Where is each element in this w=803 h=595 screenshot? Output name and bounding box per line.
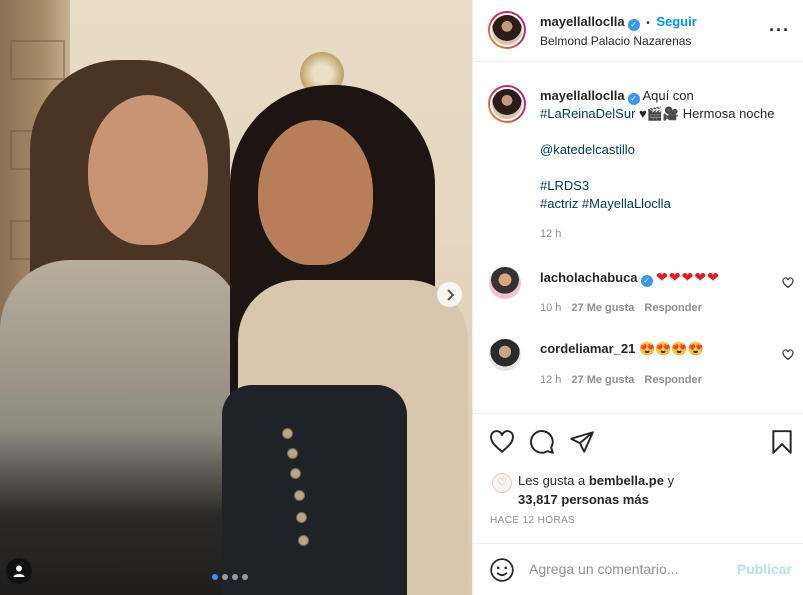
likes-summary: Les gusta a bembella.pe y 33,817 persona… (518, 471, 674, 509)
caption-text: Aquí con (639, 88, 694, 103)
comment-time[interactable]: 12 h (540, 374, 561, 386)
add-comment-bar: Publicar (473, 543, 803, 595)
comment-bubble-icon[interactable] (529, 429, 555, 455)
chevron-right-icon (446, 288, 454, 301)
comment-time[interactable]: 10 h (540, 302, 561, 314)
likes-prefix: Les gusta a (518, 473, 589, 488)
likes-count[interactable]: 33,817 personas más (518, 492, 649, 507)
dress-button (298, 535, 309, 546)
comment-meta: 12 h 27 Me gusta Responder (540, 374, 702, 386)
post-header: mayellalloclla ✓ • Seguir Belmond Palacio… (473, 0, 803, 62)
caption-username[interactable]: mayellalloclla (540, 88, 625, 103)
hashtag-link[interactable]: #LRDS3 (540, 178, 589, 193)
comment: lacholachabuca ✓ ❤❤❤❤❤ (540, 269, 720, 287)
reply-button[interactable]: Responder (644, 302, 701, 314)
carousel-dot (242, 574, 248, 580)
caption-author-avatar[interactable] (488, 85, 526, 123)
person-right-face (258, 120, 373, 265)
person-right-dress (222, 385, 407, 595)
like-heart-icon[interactable] (489, 429, 515, 455)
hashtag-link[interactable]: #MayellaLloclla (582, 196, 671, 211)
user-icon (13, 565, 25, 577)
carousel-dot (222, 574, 228, 580)
follow-button[interactable]: Seguir (656, 14, 696, 29)
header-separator: • (646, 18, 650, 29)
verified-badge-icon: ✓ (627, 93, 640, 105)
reply-button[interactable]: Responder (644, 374, 701, 386)
location-link[interactable]: Belmond Palacio Nazarenas (540, 34, 691, 48)
comment-username[interactable]: lacholachabuca (540, 270, 638, 285)
carousel-indicator (212, 574, 248, 580)
mention-link[interactable]: @katedelcastillo (540, 142, 635, 157)
dress-button (294, 490, 305, 501)
like-comment-heart-icon[interactable] (782, 277, 794, 289)
comment-text: ❤❤❤❤❤ (656, 269, 720, 285)
liker-username[interactable]: bembella.pe (589, 473, 664, 488)
comments-section: mayellalloclla ✓ Aquí con #LaReinaDelSur … (473, 63, 803, 413)
share-send-icon[interactable] (569, 429, 595, 455)
caption-time[interactable]: 12 h (540, 225, 790, 243)
emoji-icon[interactable] (489, 557, 515, 583)
comment-likes[interactable]: 27 Me gusta (571, 302, 634, 314)
post-actions: ♡ Les gusta a bembella.pe y 33,817 perso… (473, 413, 803, 543)
comment-likes[interactable]: 27 Me gusta (571, 374, 634, 386)
tagged-users-button[interactable] (6, 558, 32, 584)
commenter-avatar[interactable] (489, 339, 521, 371)
hashtag-link[interactable]: #actriz (540, 196, 578, 211)
dress-button (282, 428, 293, 439)
likes-middle: y (663, 473, 675, 488)
person-left-body (0, 260, 240, 595)
comment-text: 😍😍😍😍 (639, 341, 704, 356)
comment-input[interactable] (529, 558, 729, 580)
verified-badge-icon: ✓ (627, 19, 640, 31)
carousel-dot-active (212, 574, 218, 580)
caption-text: ♥🎬🎥 Hermosa noche (635, 106, 775, 121)
post-timestamp[interactable]: HACE 12 HORAS (490, 515, 575, 526)
post-side-panel: mayellalloclla ✓ • Seguir Belmond Palacio… (472, 0, 803, 595)
like-comment-heart-icon[interactable] (782, 349, 794, 361)
person-left-face (88, 95, 208, 245)
carousel-dot (232, 574, 238, 580)
more-options-icon[interactable]: ··· (769, 20, 790, 41)
dress-button (287, 448, 298, 459)
caption: mayellalloclla ✓ Aquí con #LaReinaDelSur … (540, 87, 790, 243)
dress-button (296, 512, 307, 523)
comment-meta: 10 h 27 Me gusta Responder (540, 302, 702, 314)
wall-stone (10, 40, 65, 80)
liker-avatar[interactable]: ♡ (492, 473, 512, 493)
publish-button[interactable]: Publicar (737, 561, 792, 577)
carousel-next-button[interactable] (437, 282, 462, 307)
verified-badge-icon: ✓ (640, 275, 653, 287)
post-photo[interactable] (0, 0, 472, 595)
save-bookmark-icon[interactable] (769, 429, 795, 455)
author-username[interactable]: mayellalloclla (540, 14, 625, 29)
commenter-avatar[interactable] (489, 267, 521, 299)
author-avatar[interactable] (488, 11, 526, 49)
comment: cordeliamar_21 😍😍😍😍 (540, 341, 704, 357)
hashtag-link[interactable]: #LaReinaDelSur (540, 106, 635, 121)
dress-button (290, 468, 301, 479)
comment-username[interactable]: cordeliamar_21 (540, 341, 635, 356)
